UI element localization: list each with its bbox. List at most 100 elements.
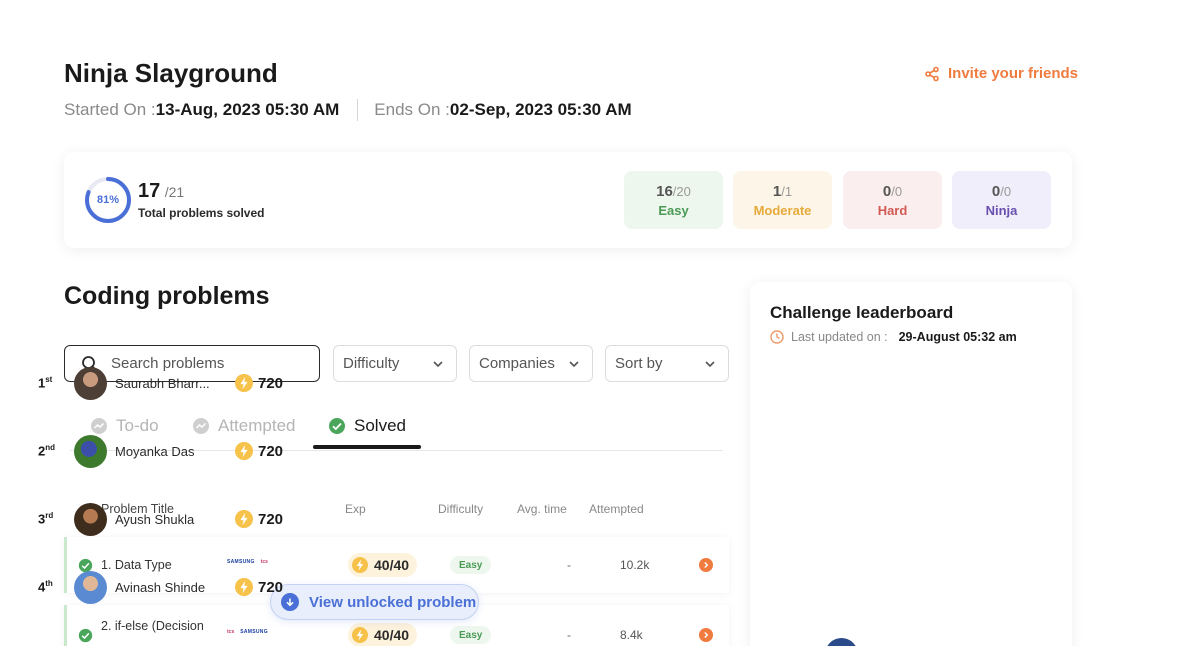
hard-label: Hard [877,202,908,218]
player-score: 720 [235,510,283,528]
invite-friends-link[interactable]: Invite your friends [924,65,1078,82]
lightning-bolt-icon [235,442,253,460]
ends-value: 02-Sep, 2023 05:30 AM [449,100,632,119]
progress-percent: 81% [96,194,120,206]
difficulty-dropdown-label: Difficulty [343,355,400,372]
lightning-bolt-icon [352,627,368,643]
lightning-bolt-icon [235,374,253,392]
tab-attempted[interactable]: Attempted [192,416,296,436]
total-number: /21 [164,184,185,200]
chevron-right-icon [704,632,709,638]
leaderboard-updated: Last updated on : 29-August 05:32 am [770,330,1017,344]
leaderboard-entry[interactable]: 3rd Ayush Shukla 720 [38,502,308,536]
avg-time-value: - [567,558,571,572]
player-name: Ayush Shukla [115,511,195,527]
check-circle-icon [329,418,345,434]
easy-label: Easy [658,202,689,218]
column-header-exp: Exp [345,502,366,516]
chevron-down-icon [705,360,715,367]
rank: 1st [38,375,53,391]
ninja-stat-box: 0/0 Ninja [952,171,1051,229]
ends-label: Ends On : [374,100,450,119]
trend-circle-icon [91,418,107,434]
exp-value: 40/40 [374,557,410,573]
hard-solved: 0 [882,182,892,200]
lightning-bolt-icon [235,578,253,596]
lightning-bolt-icon [352,557,368,573]
hard-total: /0 [891,183,903,199]
score-value: 720 [258,578,284,596]
progress-summary-card: 81% 17 /21 Total problems solved 16/20 E… [64,152,1072,248]
rank: 4th [38,579,53,595]
avatar [74,570,107,604]
lightning-bolt-icon [235,510,253,528]
rank: 3rd [38,511,54,527]
ninja-total: /0 [1000,183,1012,199]
problem-title[interactable]: 2. if-else (Decision [101,619,211,633]
tab-solved[interactable]: Solved [328,416,406,436]
player-score: 720 [235,442,283,460]
player-name: Moyanka Das [115,443,195,459]
player-score: 720 [235,578,283,596]
check-circle-icon [78,628,93,643]
tab-attempted-label: Attempted [218,416,296,435]
share-icon [925,66,939,81]
ninja-label: Ninja [985,202,1018,218]
view-unlocked-problem-label: View unlocked problem [309,593,477,611]
solved-label: Total problems solved [138,206,265,220]
exp-badge: 40/40 [348,623,418,646]
challenge-dates: Started On : 13-Aug, 2023 05:30 AM Ends … [64,99,632,121]
rank: 2nd [38,443,56,459]
moderate-solved: 1 [772,182,782,200]
coding-problems-title: Coding problems [64,282,270,310]
started-label: Started On : [64,100,156,119]
samsung-logo: SAMSUNG [240,629,268,635]
leaderboard-title: Challenge leaderboard [770,303,954,322]
easy-total: /20 [672,183,691,199]
column-header-avg-time: Avg. time [517,502,567,516]
companies-dropdown-label: Companies [479,355,555,372]
player-name: Saurabh Bharr... [115,375,210,391]
company-logos: SAMSUNG tcs [227,559,268,565]
tcs-logo: tcs [227,629,235,635]
leaderboard-entry[interactable]: 2nd Moyanka Das 720 [38,434,308,468]
solved-count: 17 /21 [138,180,184,203]
solved-number: 17 [138,180,161,202]
ninja-solved: 0 [991,182,1001,200]
player-score: 720 [235,374,283,392]
page-title: Ninja Slayground [64,58,278,88]
player-name: Avinash Shinde [115,579,206,595]
companies-dropdown[interactable]: Companies [469,345,593,382]
sort-by-dropdown[interactable]: Sort by [605,345,729,382]
easy-stat-box: 16/20 Easy [624,171,723,229]
avatar [74,502,107,536]
challenge-leaderboard: Challenge leaderboard Last updated on : … [750,282,1072,646]
chevron-down-icon [433,360,443,367]
leaderboard-entry[interactable]: 1st Saurabh Bharr... 720 [38,366,308,400]
tab-solved-label: Solved [354,416,406,435]
leaderboard-entry[interactable]: 4th Avinash Shinde 720 [38,570,308,604]
date-divider [357,99,359,121]
score-value: 720 [258,510,284,528]
invite-friends-label: Invite your friends [948,65,1079,82]
open-problem-button[interactable] [699,628,713,642]
chevron-down-icon [569,360,579,367]
open-problem-button[interactable] [699,558,713,572]
chevron-right-icon [704,562,709,568]
hard-stat-box: 0/0 Hard [843,171,942,229]
tcs-logo: tcs [260,559,268,565]
score-value: 720 [258,442,284,460]
difficulty-badge: Easy [450,556,492,574]
exp-value: 40/40 [374,627,410,643]
score-value: 720 [258,374,284,392]
avg-time-value: - [567,628,571,642]
tab-todo[interactable]: To-do [90,416,159,436]
moderate-stat-box: 1/1 Moderate [733,171,832,229]
started-value: 13-Aug, 2023 05:30 AM [155,100,340,119]
avatar [74,434,107,468]
difficulty-dropdown[interactable]: Difficulty [333,345,457,382]
company-logos: tcs SAMSUNG [227,629,268,635]
clock-icon [770,330,784,344]
updated-value: 29-August 05:32 am [898,330,1017,344]
active-tab-indicator [313,445,421,449]
